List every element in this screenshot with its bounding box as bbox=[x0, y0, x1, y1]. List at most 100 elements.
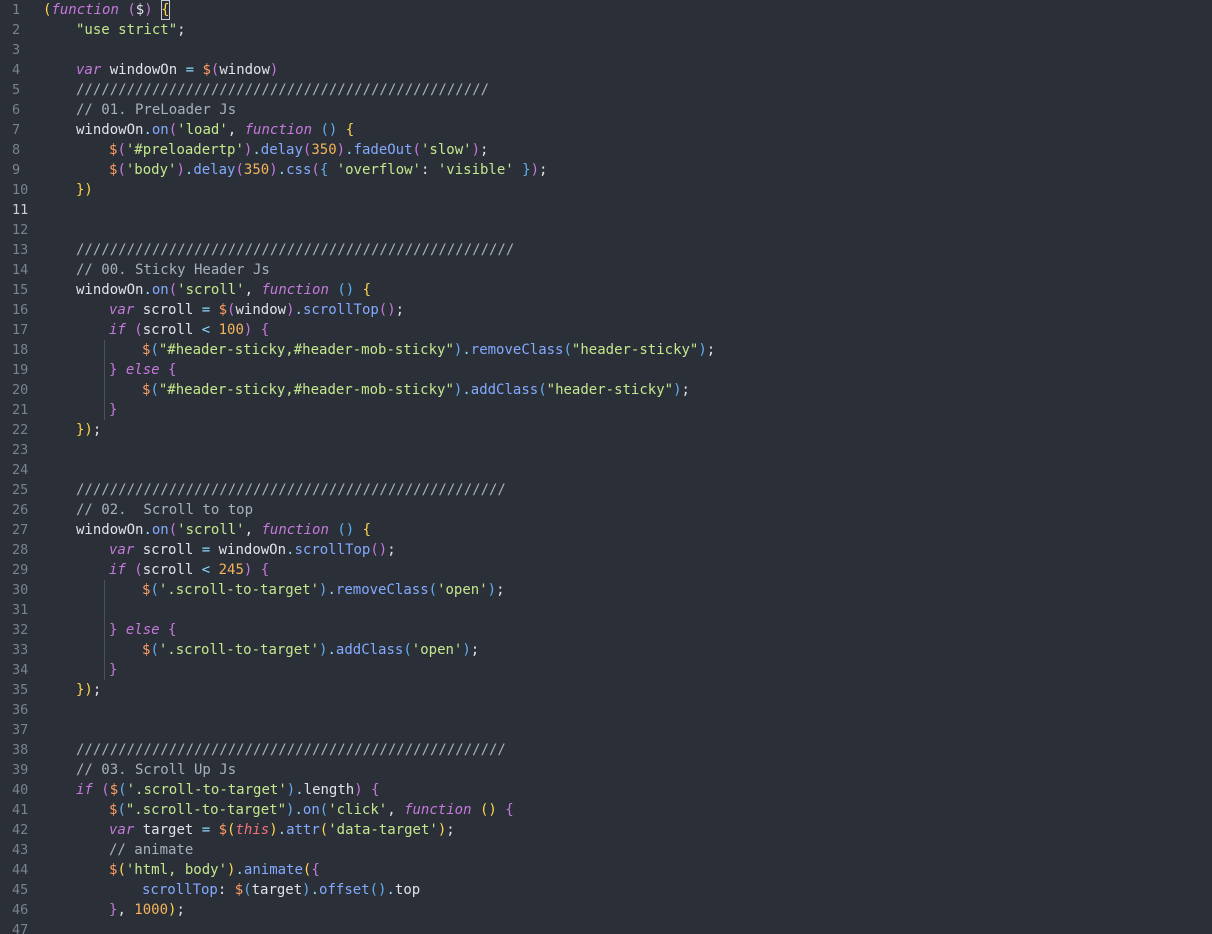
code-token: ( bbox=[150, 642, 159, 658]
code-line[interactable]: $('.scroll-to-target').removeClass('open… bbox=[142, 580, 505, 600]
code-editor[interactable]: 1 2 3 4 5 6 7 8 9 10 11 12 13 14 15 16 17 18 19 20 21 22 23 24 2… bbox=[0, 0, 1212, 934]
code-token: on bbox=[151, 522, 169, 538]
code-line[interactable]: ////////////////////////////////////////… bbox=[76, 240, 514, 260]
code-line[interactable]: if (scroll < 245) { bbox=[109, 560, 269, 580]
code-token: 350 bbox=[243, 162, 270, 178]
code-token: ; bbox=[387, 542, 396, 558]
code-token: } bbox=[109, 402, 118, 418]
code-token: length bbox=[303, 782, 355, 798]
code-line[interactable]: } else { bbox=[109, 620, 176, 640]
code-line[interactable]: var target = $(this).attr('data-target')… bbox=[109, 820, 455, 840]
code-token: ) bbox=[336, 142, 346, 158]
code-line[interactable]: ////////////////////////////////////////… bbox=[76, 740, 506, 760]
code-line[interactable]: var scroll = windowOn.scrollTop(); bbox=[109, 540, 396, 560]
code-token: '.scroll-to-target' bbox=[158, 582, 320, 598]
code-token: scroll bbox=[134, 302, 202, 318]
code-token: : bbox=[217, 882, 235, 898]
code-line[interactable]: if ($('.scroll-to-target').length) { bbox=[76, 780, 380, 800]
code-token: () bbox=[320, 122, 338, 138]
code-line[interactable]: } bbox=[109, 400, 117, 420]
code-line[interactable]: $('body').delay(350).css({ 'overflow': '… bbox=[109, 160, 547, 180]
code-line[interactable]: var scroll = $(window).scrollTop(); bbox=[109, 300, 404, 320]
code-line[interactable]: }) bbox=[76, 180, 93, 200]
line-number: 20 bbox=[12, 382, 29, 398]
line-number: 43 bbox=[12, 842, 29, 858]
code-token: { bbox=[311, 862, 320, 878]
code-line[interactable]: }); bbox=[76, 420, 101, 440]
code-token: 1000 bbox=[134, 902, 169, 918]
code-token: ( bbox=[150, 342, 159, 358]
line-number: 39 bbox=[12, 762, 29, 778]
line-number: 38 bbox=[12, 742, 29, 758]
code-line[interactable]: // 03. Scroll Up Js bbox=[76, 760, 236, 780]
code-token: var bbox=[76, 62, 102, 78]
code-line[interactable]: "use strict"; bbox=[76, 20, 186, 40]
code-token: () bbox=[337, 522, 355, 538]
code-token: ; bbox=[706, 342, 716, 358]
code-line[interactable]: ////////////////////////////////////////… bbox=[76, 80, 489, 100]
code-token: . bbox=[462, 342, 471, 358]
code-token: window bbox=[235, 302, 287, 318]
code-line[interactable]: $("#header-sticky,#header-mob-sticky").a… bbox=[142, 380, 690, 400]
line-number: 34 bbox=[12, 662, 29, 678]
code-token: = bbox=[201, 302, 211, 318]
line-number: 24 bbox=[12, 462, 29, 478]
code-line[interactable]: $('html, body').animate({ bbox=[109, 860, 320, 880]
code-line[interactable]: } bbox=[109, 660, 117, 680]
line-number: 40 bbox=[12, 782, 29, 798]
code-token: { bbox=[345, 122, 355, 138]
code-token: this bbox=[235, 822, 270, 838]
code-line[interactable]: // 01. PreLoader Js bbox=[76, 100, 236, 120]
code-token: ".scroll-to-target" bbox=[125, 802, 287, 818]
code-token: ) bbox=[471, 142, 480, 158]
code-token: ( bbox=[412, 142, 421, 158]
code-token: on bbox=[302, 802, 320, 818]
code-token: windowOn bbox=[210, 542, 287, 558]
code-token: , bbox=[227, 122, 245, 138]
code-token: scrollTop bbox=[294, 542, 371, 558]
code-token: ( bbox=[118, 782, 127, 798]
code-token: 'slow' bbox=[420, 142, 472, 158]
code-line[interactable]: // animate bbox=[109, 840, 193, 860]
code-line[interactable]: (function ($) { bbox=[43, 0, 170, 20]
code-token: ) bbox=[354, 782, 363, 798]
code-line[interactable]: $(".scroll-to-target").on('click', funct… bbox=[109, 800, 514, 820]
code-token: $ bbox=[135, 2, 145, 18]
code-line[interactable]: $("#header-sticky,#header-mob-sticky").r… bbox=[142, 340, 715, 360]
code-token: . bbox=[143, 282, 152, 298]
line-number: 7 bbox=[12, 122, 21, 138]
code-line[interactable]: // 02. Scroll to top bbox=[76, 500, 253, 520]
code-token: ( bbox=[311, 162, 320, 178]
code-token: windowOn bbox=[76, 282, 144, 298]
code-line[interactable]: var windowOn = $(window) bbox=[76, 60, 278, 80]
code-line[interactable]: }, 1000); bbox=[109, 900, 185, 920]
code-token: window bbox=[219, 62, 270, 78]
code-token: , bbox=[117, 902, 135, 918]
code-line[interactable]: ////////////////////////////////////////… bbox=[76, 480, 506, 500]
code-token: function bbox=[261, 522, 329, 538]
code-token: . bbox=[277, 162, 287, 178]
code-line[interactable]: if (scroll < 100) { bbox=[109, 320, 269, 340]
code-line[interactable]: windowOn.on('scroll', function () { bbox=[76, 280, 371, 300]
code-line[interactable]: } else { bbox=[109, 360, 176, 380]
code-token: ( bbox=[117, 862, 126, 878]
code-line[interactable]: $('#preloadertp').delay(350).fadeOut('sl… bbox=[109, 140, 488, 160]
code-token: ) bbox=[487, 582, 497, 598]
code-token: , bbox=[244, 282, 262, 298]
code-token: var bbox=[109, 302, 135, 318]
code-token: ; bbox=[395, 302, 405, 318]
code-token: ) bbox=[673, 382, 682, 398]
code-line[interactable]: windowOn.on('load', function () { bbox=[76, 120, 354, 140]
code-line[interactable]: windowOn.on('scroll', function () { bbox=[76, 520, 371, 540]
code-line[interactable]: // 00. Sticky Header Js bbox=[76, 260, 270, 280]
code-line[interactable]: }); bbox=[76, 680, 101, 700]
code-token: 'scroll' bbox=[177, 522, 245, 538]
code-token: function bbox=[404, 802, 472, 818]
code-token: css bbox=[286, 162, 312, 178]
code-line[interactable]: $('.scroll-to-target').addClass('open'); bbox=[142, 640, 479, 660]
code-line[interactable]: scrollTop: $(target).offset().top bbox=[142, 880, 420, 900]
line-number: 5 bbox=[12, 82, 21, 98]
